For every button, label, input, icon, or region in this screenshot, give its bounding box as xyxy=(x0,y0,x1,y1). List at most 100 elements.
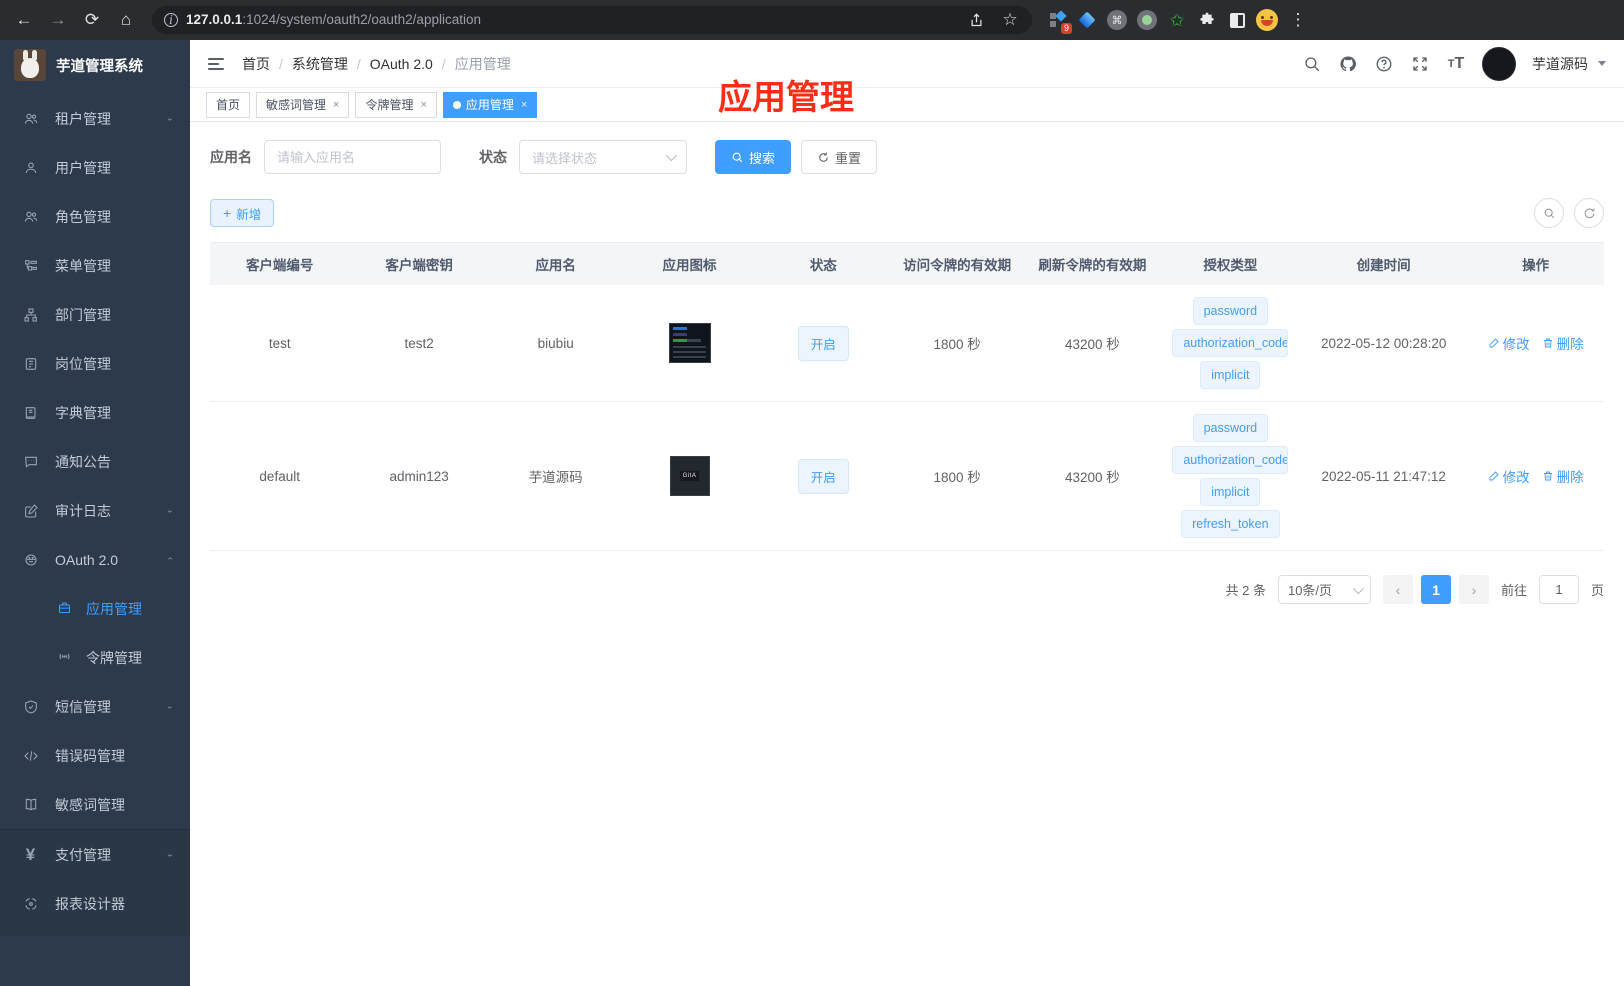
sidebar-item-audit[interactable]: 审计日志 ⌄ xyxy=(0,486,190,535)
add-button[interactable]: + 新增 xyxy=(210,199,275,227)
browser-menu-icon[interactable]: ⋮ xyxy=(1284,6,1312,34)
col-app-icon: 应用图标 xyxy=(662,258,717,273)
delete-button[interactable]: 删除 xyxy=(1542,333,1584,353)
reset-button[interactable]: 重置 xyxy=(801,140,878,174)
app-logo xyxy=(14,49,46,81)
sidebar-item-post[interactable]: 岗位管理 xyxy=(0,339,190,388)
sidebar-item-label: 审计日志 xyxy=(55,502,111,519)
edit-button[interactable]: 修改 xyxy=(1488,466,1530,486)
split-view-icon[interactable] xyxy=(1224,7,1250,33)
status-select[interactable]: 请选择状态 xyxy=(519,140,687,174)
sidebar-item-role[interactable]: 角色管理 xyxy=(0,192,190,241)
sidebar-item-label: 支付管理 xyxy=(55,846,111,863)
sidebar-item-user[interactable]: 用户管理 xyxy=(0,143,190,192)
app-name-label: 应用名 xyxy=(210,149,252,165)
cell-access-validity: 1800 秒 xyxy=(933,470,981,485)
breadcrumb-system[interactable]: 系统管理 xyxy=(292,54,348,74)
extension-recorder-icon[interactable] xyxy=(1134,7,1160,33)
sidebar-item-label: 部门管理 xyxy=(55,306,111,323)
sidebar-item-dept[interactable]: 部门管理 xyxy=(0,290,190,339)
sidebar-item-oauth[interactable]: OAuth 2.0 ⌄ xyxy=(0,535,190,584)
sidebar-item-oauth-token[interactable]: 令牌管理 xyxy=(0,633,190,682)
badge-icon xyxy=(22,355,39,372)
close-icon[interactable]: × xyxy=(333,99,339,111)
fullscreen-icon[interactable] xyxy=(1410,54,1430,74)
font-size-icon[interactable]: TT xyxy=(1446,54,1466,74)
sidebar-item-tenant[interactable]: 租户管理 ⌄ xyxy=(0,94,190,143)
extension-kite-icon[interactable] xyxy=(1074,7,1100,33)
chevron-down-icon: ⌄ xyxy=(165,506,174,515)
sidebar-item-notice[interactable]: 通知公告 xyxy=(0,437,190,486)
cell-created: 2022-05-11 21:47:12 xyxy=(1321,468,1446,484)
header-search-icon[interactable] xyxy=(1302,54,1322,74)
sidebar-item-payment[interactable]: ¥ 支付管理 ⌄ xyxy=(0,830,190,879)
browser-forward-button[interactable]: → xyxy=(44,6,72,34)
users-icon xyxy=(22,208,39,225)
page-1-button[interactable]: 1 xyxy=(1420,575,1451,604)
tab-sensitive-words[interactable]: 敏感词管理 × xyxy=(256,91,350,118)
sidebar-toggle-icon[interactable] xyxy=(208,57,224,70)
col-grant-types: 授权类型 xyxy=(1203,258,1258,273)
browser-reload-button[interactable]: ⟳ xyxy=(78,6,106,34)
sidebar-item-errorcode[interactable]: 错误码管理 xyxy=(0,731,190,780)
user-avatar[interactable] xyxy=(1482,46,1516,81)
tab-application-mgmt[interactable]: 应用管理 × xyxy=(442,91,538,118)
github-icon[interactable] xyxy=(1338,54,1358,74)
toggle-search-button[interactable] xyxy=(1534,198,1564,228)
sidebar-item-report-designer[interactable]: 报表设计器 xyxy=(0,879,190,928)
url-host: 127.0.0.1 xyxy=(186,12,243,27)
col-access-validity: 访问令牌的有效期 xyxy=(903,258,1012,273)
sidebar-item-label: 租户管理 xyxy=(55,110,111,127)
sidebar-item-sms[interactable]: 短信管理 ⌄ xyxy=(0,682,190,731)
grant-tag: authorization_code xyxy=(1172,446,1289,474)
help-icon[interactable] xyxy=(1374,54,1394,74)
extension-tab-manager-icon[interactable]: 9 xyxy=(1044,7,1072,34)
address-bar[interactable]: i 127.0.0.1:1024/system/oauth2/oauth2/ap… xyxy=(152,6,1032,34)
username-label[interactable]: 芋道源码 xyxy=(1532,54,1588,74)
col-app-name: 应用名 xyxy=(535,258,576,273)
shield-check-icon xyxy=(22,698,39,715)
grant-tag: refresh_token xyxy=(1181,510,1280,538)
grant-tag: implicit xyxy=(1200,478,1261,506)
breadcrumb-current: 应用管理 xyxy=(454,55,511,72)
delete-button[interactable]: 删除 xyxy=(1542,466,1584,486)
extension-star-icon[interactable]: ✩ xyxy=(1164,7,1190,33)
share-icon[interactable] xyxy=(966,10,986,30)
sidebar-item-sensitive[interactable]: 敏感词管理 xyxy=(0,780,190,829)
cell-client-id: default xyxy=(259,468,300,484)
browser-back-button[interactable]: ← xyxy=(10,6,38,34)
status-tag[interactable]: 开启 xyxy=(797,325,849,361)
site-info-icon[interactable]: i xyxy=(164,13,178,27)
bookmark-star-icon[interactable]: ☆ xyxy=(1000,10,1020,30)
refresh-button[interactable] xyxy=(1574,198,1604,228)
close-icon[interactable]: × xyxy=(521,99,527,111)
sidebar-item-label: OAuth 2.0 xyxy=(55,551,119,568)
edit-button[interactable]: 修改 xyxy=(1488,333,1530,353)
page-size-select[interactable]: 10条/页 xyxy=(1277,575,1371,604)
user-icon xyxy=(22,159,39,176)
app-title: 芋道管理系统 xyxy=(56,58,143,75)
extension-command-icon[interactable]: ⌘ xyxy=(1104,7,1130,33)
extensions-puzzle-icon[interactable] xyxy=(1194,7,1220,33)
sidebar-item-dict[interactable]: 字典管理 xyxy=(0,388,190,437)
tab-token-mgmt[interactable]: 令牌管理 × xyxy=(355,91,437,118)
user-menu-caret-icon[interactable] xyxy=(1598,61,1606,66)
book-icon xyxy=(22,404,39,421)
next-page-button[interactable]: › xyxy=(1458,575,1489,604)
close-icon[interactable]: × xyxy=(420,99,426,111)
breadcrumb-oauth[interactable]: OAuth 2.0 xyxy=(370,56,433,72)
sidebar-item-label: 敏感词管理 xyxy=(55,796,125,813)
prev-page-button[interactable]: ‹ xyxy=(1382,575,1413,604)
sidebar-item-label: 字典管理 xyxy=(55,404,111,421)
app-name-input[interactable] xyxy=(264,140,441,174)
status-tag[interactable]: 开启 xyxy=(797,458,849,494)
goto-page-input[interactable] xyxy=(1538,575,1579,604)
sidebar-item-menu[interactable]: 菜单管理 xyxy=(0,241,190,290)
search-button[interactable]: 搜索 xyxy=(715,140,792,174)
breadcrumb-home[interactable]: 首页 xyxy=(242,54,270,74)
profile-avatar-icon[interactable] xyxy=(1254,7,1280,33)
org-chart-icon xyxy=(22,306,39,323)
sidebar-item-oauth-application[interactable]: 应用管理 xyxy=(0,584,190,633)
browser-home-button[interactable]: ⌂ xyxy=(112,6,140,34)
tab-home[interactable]: 首页 xyxy=(206,91,251,118)
